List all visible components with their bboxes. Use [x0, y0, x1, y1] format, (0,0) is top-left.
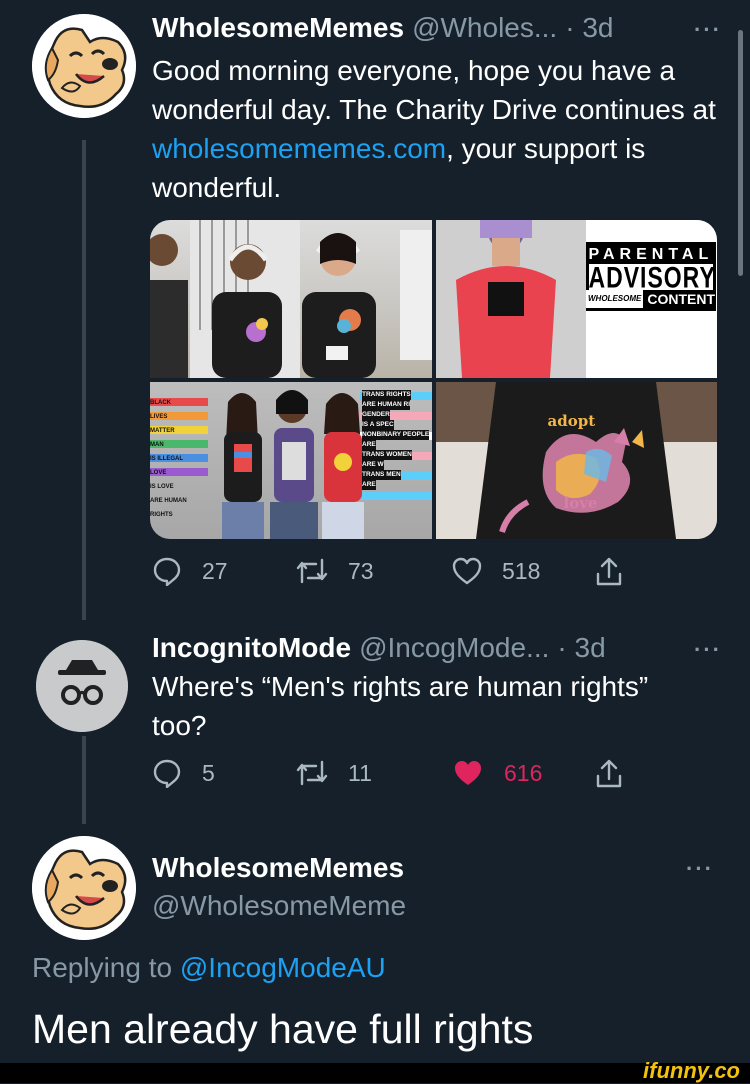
reply-count: 27 — [202, 557, 228, 584]
display-name[interactable]: WholesomeMemes — [152, 12, 404, 44]
handle[interactable]: @IncogMode... — [359, 632, 549, 664]
reply-icon — [153, 557, 181, 586]
retweet-count: 73 — [348, 557, 374, 584]
retweet-icon — [296, 760, 328, 786]
sign-line: ARE HUMAN RIGHTS — [150, 497, 187, 518]
sign-line: IS LOVE — [150, 483, 174, 490]
shirt-text-top: adopt — [547, 411, 596, 430]
watermark-bar — [0, 1063, 750, 1083]
reply-button[interactable]: 5 — [152, 758, 215, 788]
tweet-text-part: Good morning everyone, hope you have a w… — [152, 55, 716, 125]
heart-icon — [452, 557, 482, 585]
reply-button[interactable]: 27 — [152, 556, 228, 586]
media-image-2[interactable]: PARENTAL ADVISORY WHOLESOME CONTENT — [435, 220, 717, 378]
trans-rights-sign: TRANS RIGHTS ARE HUMAN RI GENDER IS A SP… — [362, 389, 432, 490]
like-button[interactable]: 518 — [452, 556, 540, 586]
like-count: 518 — [502, 557, 541, 584]
tweet-1-text: Good morning everyone, hope you have a w… — [152, 51, 732, 207]
more-options-button[interactable]: ··· — [694, 637, 722, 663]
reply-count: 5 — [202, 759, 215, 786]
advisory-line-2: ADVISORY — [588, 260, 716, 294]
share-button[interactable] — [594, 556, 624, 588]
thread-line — [82, 140, 86, 620]
display-name[interactable]: WholesomeMemes — [152, 852, 404, 884]
handle[interactable]: @Wholes... — [412, 12, 557, 44]
sign-line: MATTER — [150, 427, 175, 434]
media-image-4[interactable]: adopt love — [435, 381, 717, 539]
replying-prefix: Replying to — [32, 952, 180, 983]
sign-line: BLACK — [150, 399, 171, 406]
sign-line: TRANS MEN — [362, 469, 401, 480]
sign-line: LIVES — [150, 413, 168, 420]
thread-line — [82, 736, 86, 824]
scrollbar[interactable] — [738, 30, 743, 276]
retweet-button[interactable]: 11 — [296, 758, 372, 788]
share-button[interactable] — [594, 758, 624, 790]
sign-line: TRANS RIGHTS — [362, 389, 411, 400]
heart-filled-icon — [455, 761, 481, 785]
share-icon — [596, 759, 622, 788]
incognitomode-avatar[interactable] — [36, 640, 128, 732]
sign-line: IS ILLEGAL — [150, 455, 183, 462]
tweet-2-text: Where's “Men's rights are human rights” … — [152, 671, 649, 741]
more-options-button[interactable]: ··· — [686, 856, 714, 882]
sign-line: TRANS WOMEN — [362, 449, 412, 460]
sign-line: LOVE — [150, 469, 167, 476]
rights-sign-left: BLACK LIVES MATTER MAN IS ILLEGAL LOVE I… — [150, 396, 208, 522]
shirt-text-bottom: love — [563, 493, 598, 512]
handle[interactable]: @WholesomeMeme — [152, 890, 406, 922]
tweet-2-header: IncognitoMode @IncogMode... · 3d ··· — [152, 632, 722, 664]
like-button[interactable]: 616 — [452, 758, 542, 788]
sign-line: ARE — [362, 479, 376, 490]
share-icon — [596, 557, 622, 586]
ifunny-watermark: ifunny.co — [643, 1058, 740, 1083]
timestamp[interactable]: · 3d — [557, 632, 605, 664]
display-name[interactable]: IncognitoMode — [152, 632, 351, 664]
sign-line: IS A SPEC — [362, 419, 394, 430]
sign-line: GENDER — [362, 409, 390, 420]
replying-handle-link[interactable]: @IncogModeAU — [180, 952, 386, 983]
advisory-sign: PARENTAL ADVISORY WHOLESOME CONTENT — [585, 242, 716, 311]
reply-icon — [153, 759, 181, 788]
sign-line: ARE — [362, 439, 376, 450]
tweet-1-header: WholesomeMemes @Wholes... · 3d ··· — [152, 12, 722, 44]
timestamp[interactable]: · 3d — [565, 12, 613, 44]
sign-line: ARE W — [362, 459, 384, 470]
tweet-3-text: Men already have full rights — [32, 1006, 534, 1052]
more-options-button[interactable]: ··· — [694, 17, 722, 43]
sign-line: NONBINARY PEOPLE — [362, 429, 430, 440]
like-count: 616 — [504, 759, 543, 786]
wholesomememes-avatar[interactable] — [32, 14, 136, 118]
media-grid: PARENTAL ADVISORY WHOLESOME CONTENT TRAN… — [150, 220, 717, 539]
wholesomememes-avatar[interactable] — [32, 836, 136, 940]
replying-to: Replying to @IncogModeAU — [32, 952, 386, 984]
retweet-button[interactable]: 73 — [296, 556, 374, 586]
media-image-1[interactable] — [150, 220, 432, 378]
sign-line: ARE HUMAN RI — [362, 399, 411, 410]
media-image-3[interactable]: TRANS RIGHTS ARE HUMAN RI GENDER IS A SP… — [150, 381, 432, 539]
tweet-link[interactable]: wholesomememes.com — [152, 133, 446, 164]
retweet-count: 11 — [348, 759, 372, 786]
sign-line: MAN — [150, 441, 164, 448]
retweet-icon — [296, 558, 328, 584]
